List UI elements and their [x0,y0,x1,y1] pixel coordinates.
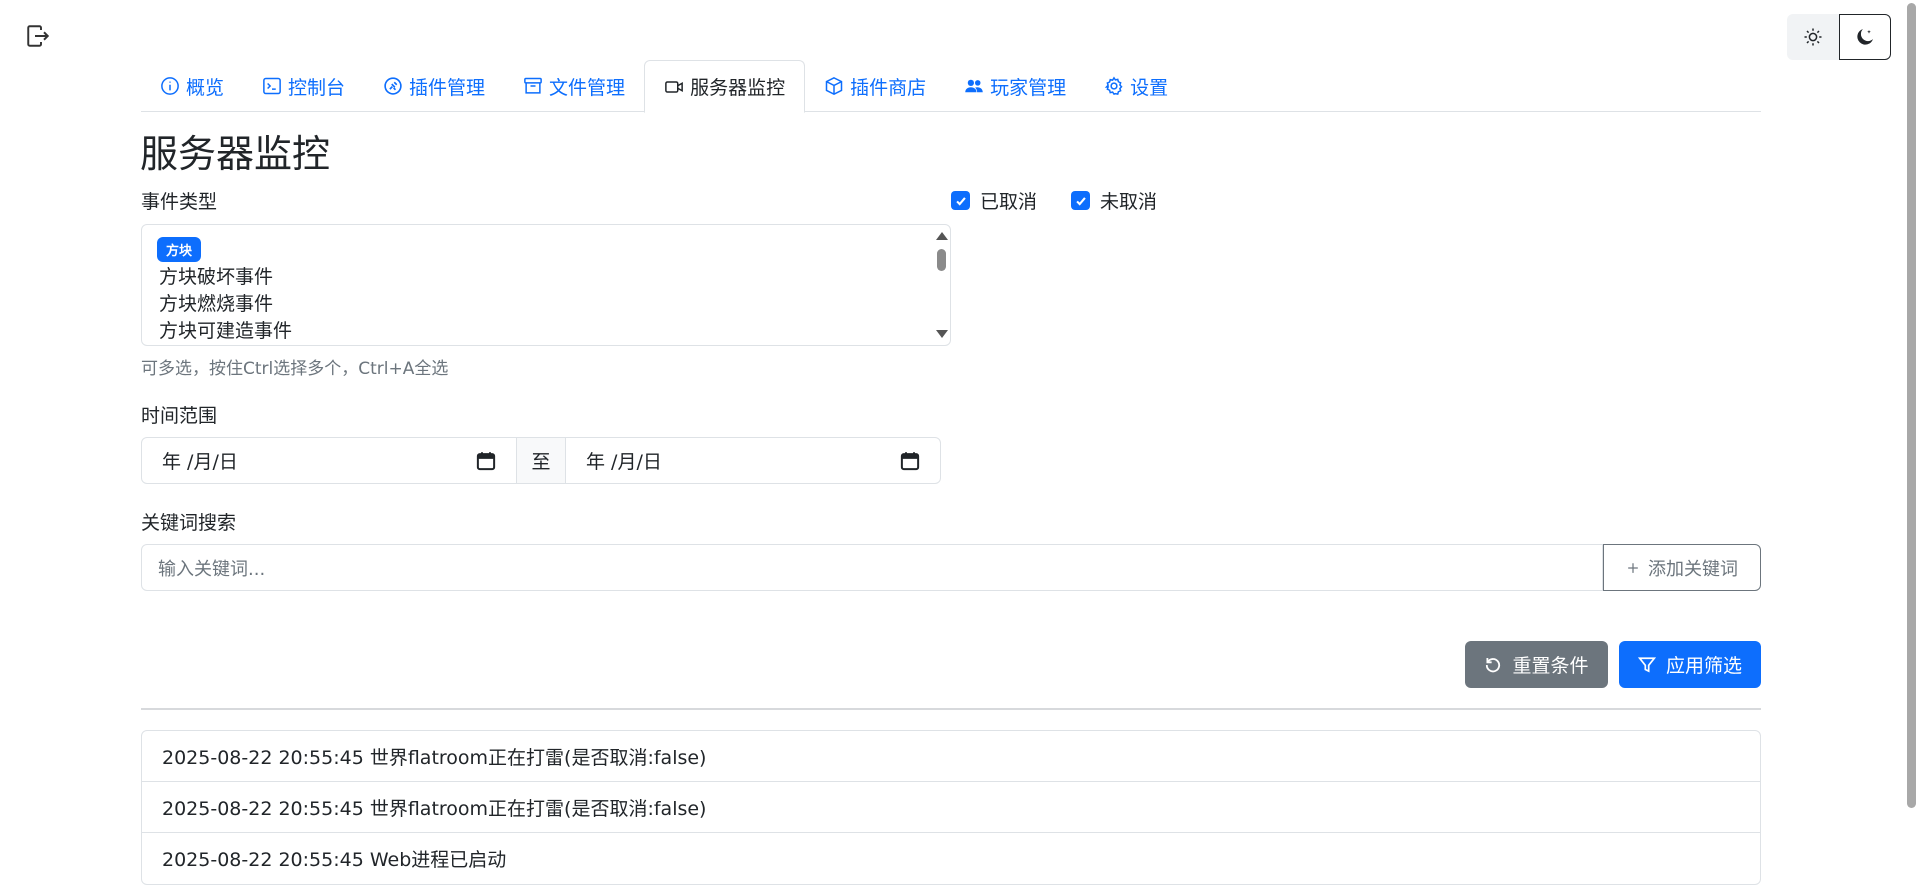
gear-icon [1104,76,1124,96]
tab-overview[interactable]: 概览 [141,60,243,112]
apply-filter-button[interactable]: 应用筛选 [1619,641,1761,688]
log-item: 2025-08-22 20:55:45 世界flatroom正在打雷(是否取消:… [142,782,1760,833]
page-scrollbar[interactable] [1903,0,1920,875]
people-icon [964,76,984,96]
event-type-select[interactable]: 方块 方块破坏事件 方块燃烧事件 方块可建造事件 [141,224,951,346]
log-item: 2025-08-22 20:55:45 Web进程已启动 [162,849,507,871]
check-icon [951,191,970,210]
sun-icon [1803,27,1823,47]
tab-label: 概览 [186,76,225,99]
add-keyword-label: 添加关键词 [1648,558,1738,580]
tab-console[interactable]: 控制台 [243,60,364,112]
event-option[interactable]: 方块可建造事件 [159,316,292,343]
tab-settings[interactable]: 设置 [1085,60,1187,112]
check-icon [1071,191,1090,210]
log-list: 2025-08-22 20:55:45 世界flatroom正在打雷(是否取消:… [141,730,1761,885]
listbox-scrollbar-thumb[interactable] [937,249,946,271]
cancelled-label: 已取消 [980,191,1038,213]
filter-icon [1637,656,1656,674]
tab-label: 文件管理 [549,76,626,99]
tab-files[interactable]: 文件管理 [504,60,644,112]
nav-tabs: 概览 控制台 插件管理 文件管理 服务器监控 插件商店 玩家管理 设置 [141,60,1761,113]
start-date-placeholder: 年 /月/日 [162,451,238,473]
end-date-placeholder: 年 /月/日 [586,451,662,473]
scroll-down-icon[interactable] [936,330,948,338]
archive-icon [523,76,543,96]
not-cancelled-label: 未取消 [1100,191,1158,213]
not-cancelled-checkbox[interactable]: 未取消 [1071,187,1157,214]
info-circle-icon [160,76,180,96]
tab-plugin-store[interactable]: 插件商店 [805,60,945,112]
plugin-icon [383,76,403,96]
tab-label: 插件商店 [850,76,927,99]
event-group-badge: 方块 [157,237,202,262]
tab-label: 服务器监控 [690,77,786,99]
apply-filter-label: 应用筛选 [1665,655,1742,677]
end-date-input[interactable]: 年 /月/日 [566,438,940,483]
page-scrollbar-thumb[interactable] [1907,3,1916,808]
keyword-group: 输入关键词... 添加关键词 [141,544,1761,591]
theme-toggle [1787,14,1891,60]
event-type-label: 事件类型 [141,191,218,213]
keyword-input[interactable]: 输入关键词... [141,544,1603,591]
log-item: 2025-08-22 20:55:45 世界flatroom正在打雷(是否取消:… [142,731,1760,782]
reset-button[interactable]: 重置条件 [1465,641,1608,688]
light-theme-button[interactable] [1787,14,1839,60]
time-range-label: 时间范围 [141,405,218,427]
date-range: 年 /月/日 至 年 /月/日 [141,437,941,484]
keyword-label: 关键词搜索 [141,512,237,534]
calendar-icon[interactable] [476,451,496,471]
moon-icon [1855,27,1875,47]
tab-label: 设置 [1130,76,1169,99]
reset-icon [1484,656,1502,674]
box-icon [824,76,844,96]
cancelled-checkbox[interactable]: 已取消 [951,187,1037,214]
tab-label: 控制台 [288,76,346,99]
add-keyword-button[interactable]: 添加关键词 [1603,544,1761,591]
reset-label: 重置条件 [1512,655,1589,677]
calendar-icon[interactable] [900,451,920,471]
section-divider [141,708,1761,710]
tab-plugins[interactable]: 插件管理 [364,60,504,112]
scroll-up-icon[interactable] [936,232,948,240]
event-option[interactable]: 方块燃烧事件 [159,289,273,316]
tab-label: 玩家管理 [990,76,1067,99]
start-date-input[interactable]: 年 /月/日 [142,438,516,483]
tab-players[interactable]: 玩家管理 [945,60,1085,112]
multi-select-hint: 可多选，按住Ctrl选择多个，Ctrl+A全选 [141,359,449,379]
plus-icon [1626,561,1640,575]
date-separator: 至 [516,438,566,483]
page-title: 服务器监控 [140,132,331,176]
event-option[interactable]: 方块破坏事件 [159,262,273,289]
dark-theme-button[interactable] [1839,14,1891,60]
tab-label: 插件管理 [409,76,486,99]
listbox-scrollbar[interactable] [932,225,950,345]
tab-server-monitor[interactable]: 服务器监控 [644,60,806,113]
terminal-icon [262,76,282,96]
camera-video-icon [664,77,684,97]
logout-icon[interactable] [26,24,50,48]
